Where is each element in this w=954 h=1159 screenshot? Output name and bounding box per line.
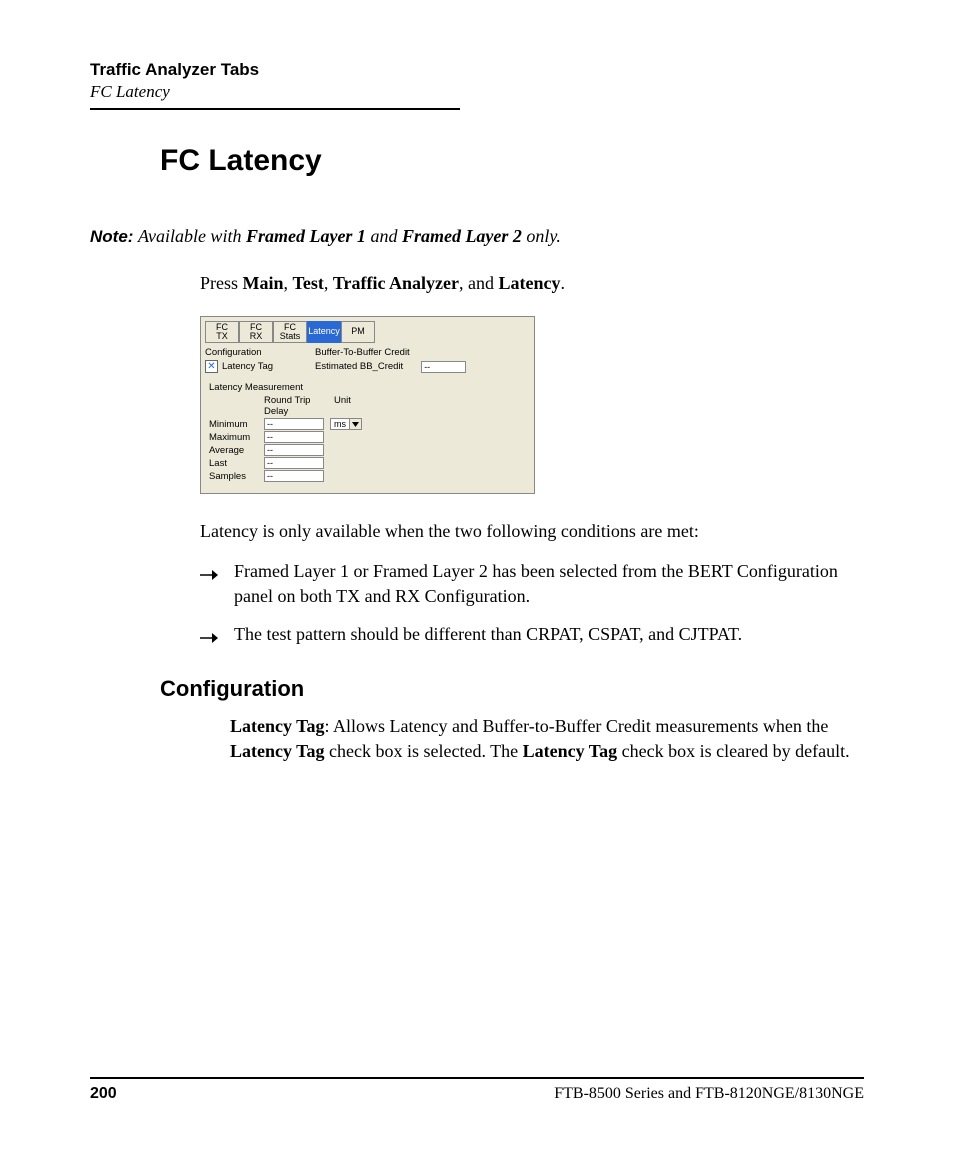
tab-fc-stats-l2: Stats — [274, 332, 306, 341]
tab-fc-stats[interactable]: FC Stats — [273, 321, 307, 343]
tab-fc-tx[interactable]: FC TX — [205, 321, 239, 343]
note-post: only. — [522, 226, 561, 246]
cfg-b1: Latency Tag — [230, 716, 325, 736]
conditions-intro: Latency is only available when the two f… — [200, 520, 864, 543]
configuration-heading: Configuration — [205, 347, 315, 358]
group-headings: Configuration Buffer-To-Buffer Credit — [205, 347, 530, 358]
page-title: FC Latency — [160, 144, 864, 178]
label-average: Average — [209, 445, 264, 456]
cfg-t1: : Allows Latency and Buffer-to-Buffer Cr… — [325, 716, 829, 736]
latency-panel: FC TX FC RX FC Stats Latency PM Configur… — [200, 316, 535, 494]
latency-tag-checkbox[interactable]: ✕ — [205, 360, 218, 373]
doc-id: FTB-8500 Series and FTB-8120NGE/8130NGE — [554, 1085, 864, 1103]
conditions-list: Framed Layer 1 or Framed Layer 2 has bee… — [200, 559, 864, 646]
bb-credit-container: Estimated BB_Credit -- — [315, 361, 530, 373]
row-maximum: Maximum -- — [209, 431, 528, 443]
field-maximum[interactable]: -- — [264, 431, 324, 443]
tab-fc-tx-l2: TX — [206, 332, 238, 341]
row-minimum: Minimum -- ms — [209, 418, 528, 430]
chevron-down-icon — [349, 419, 361, 429]
measurement-col-headings: Round Trip Delay Unit — [209, 395, 528, 417]
chapter-title: Traffic Analyzer Tabs — [90, 60, 864, 80]
latency-measurement-heading: Latency Measurement — [209, 382, 528, 393]
press-b2: Test — [293, 273, 324, 293]
field-samples[interactable]: -- — [264, 470, 324, 482]
field-minimum[interactable]: -- — [264, 418, 324, 430]
tab-pm-label: PM — [342, 327, 374, 336]
unit-select[interactable]: ms — [330, 418, 362, 430]
note-text: Available with Framed Layer 1 and Framed… — [138, 226, 561, 246]
cfg-t2: check box is selected. The — [325, 741, 523, 761]
note-b2: Framed Layer 2 — [402, 226, 522, 246]
list-item: The test pattern should be different tha… — [200, 622, 864, 646]
tab-fc-rx-l2: RX — [240, 332, 272, 341]
bullet-1-text: Framed Layer 1 or Framed Layer 2 has bee… — [234, 561, 838, 605]
cfg-b2: Latency Tag — [230, 741, 325, 761]
list-item: Framed Layer 1 or Framed Layer 2 has bee… — [200, 559, 864, 608]
bullet-2-text: The test pattern should be different tha… — [234, 624, 742, 644]
note-line: Note: Available with Framed Layer 1 and … — [90, 226, 864, 247]
check-icon: ✕ — [207, 362, 215, 372]
note-pre: Available with — [138, 226, 246, 246]
tab-latency-label: Latency — [308, 327, 340, 336]
press-s2: , — [324, 273, 333, 293]
col-spacer — [209, 395, 264, 417]
latency-tag-label: Latency Tag — [222, 361, 273, 372]
label-maximum: Maximum — [209, 432, 264, 443]
buffer-heading: Buffer-To-Buffer Credit — [315, 347, 530, 358]
press-b1: Main — [243, 273, 284, 293]
arrow-bullet-icon — [200, 563, 218, 587]
tab-bar: FC TX FC RX FC Stats Latency PM — [205, 321, 530, 343]
footer: 200 FTB-8500 Series and FTB-8120NGE/8130… — [90, 1077, 864, 1103]
section-title: FC Latency — [90, 82, 864, 102]
note-label: Note: — [90, 227, 133, 246]
field-average[interactable]: -- — [264, 444, 324, 456]
header-rule — [90, 108, 460, 110]
press-b3: Traffic Analyzer — [333, 273, 459, 293]
row-samples: Samples -- — [209, 470, 528, 482]
press-pre: Press — [200, 273, 243, 293]
press-line: Press Main, Test, Traffic Analyzer, and … — [200, 273, 864, 294]
label-minimum: Minimum — [209, 419, 264, 430]
col-unit: Unit — [334, 395, 351, 417]
cfg-t3: check box is cleared by default. — [617, 741, 849, 761]
tab-pm[interactable]: PM — [341, 321, 375, 343]
arrow-bullet-icon — [200, 626, 218, 650]
tab-fc-rx[interactable]: FC RX — [239, 321, 273, 343]
row-average: Average -- — [209, 444, 528, 456]
latency-measurement-group: Latency Measurement Round Trip Delay Uni… — [205, 379, 530, 489]
press-post: . — [561, 273, 566, 293]
note-mid: and — [366, 226, 402, 246]
unit-value: ms — [331, 419, 349, 429]
estimated-bb-credit-field[interactable]: -- — [421, 361, 466, 373]
configuration-heading: Configuration — [160, 676, 864, 702]
estimated-bb-credit-label: Estimated BB_Credit — [315, 361, 403, 372]
cfg-b3: Latency Tag — [523, 741, 618, 761]
col-rtd: Round Trip Delay — [264, 395, 334, 417]
running-head: Traffic Analyzer Tabs FC Latency — [90, 60, 864, 102]
page: Traffic Analyzer Tabs FC Latency FC Late… — [0, 0, 954, 1159]
press-s3: , and — [459, 273, 499, 293]
page-number: 200 — [90, 1085, 117, 1103]
press-s1: , — [284, 273, 293, 293]
config-row: ✕ Latency Tag Estimated BB_Credit -- — [205, 360, 530, 373]
field-last[interactable]: -- — [264, 457, 324, 469]
configuration-body: Latency Tag: Allows Latency and Buffer-t… — [230, 714, 850, 763]
row-last: Last -- — [209, 457, 528, 469]
note-b1: Framed Layer 1 — [246, 226, 366, 246]
label-last: Last — [209, 458, 264, 469]
latency-tag-container: ✕ Latency Tag — [205, 360, 315, 373]
label-samples: Samples — [209, 471, 264, 482]
tab-latency[interactable]: Latency — [307, 321, 341, 343]
press-b4: Latency — [499, 273, 561, 293]
